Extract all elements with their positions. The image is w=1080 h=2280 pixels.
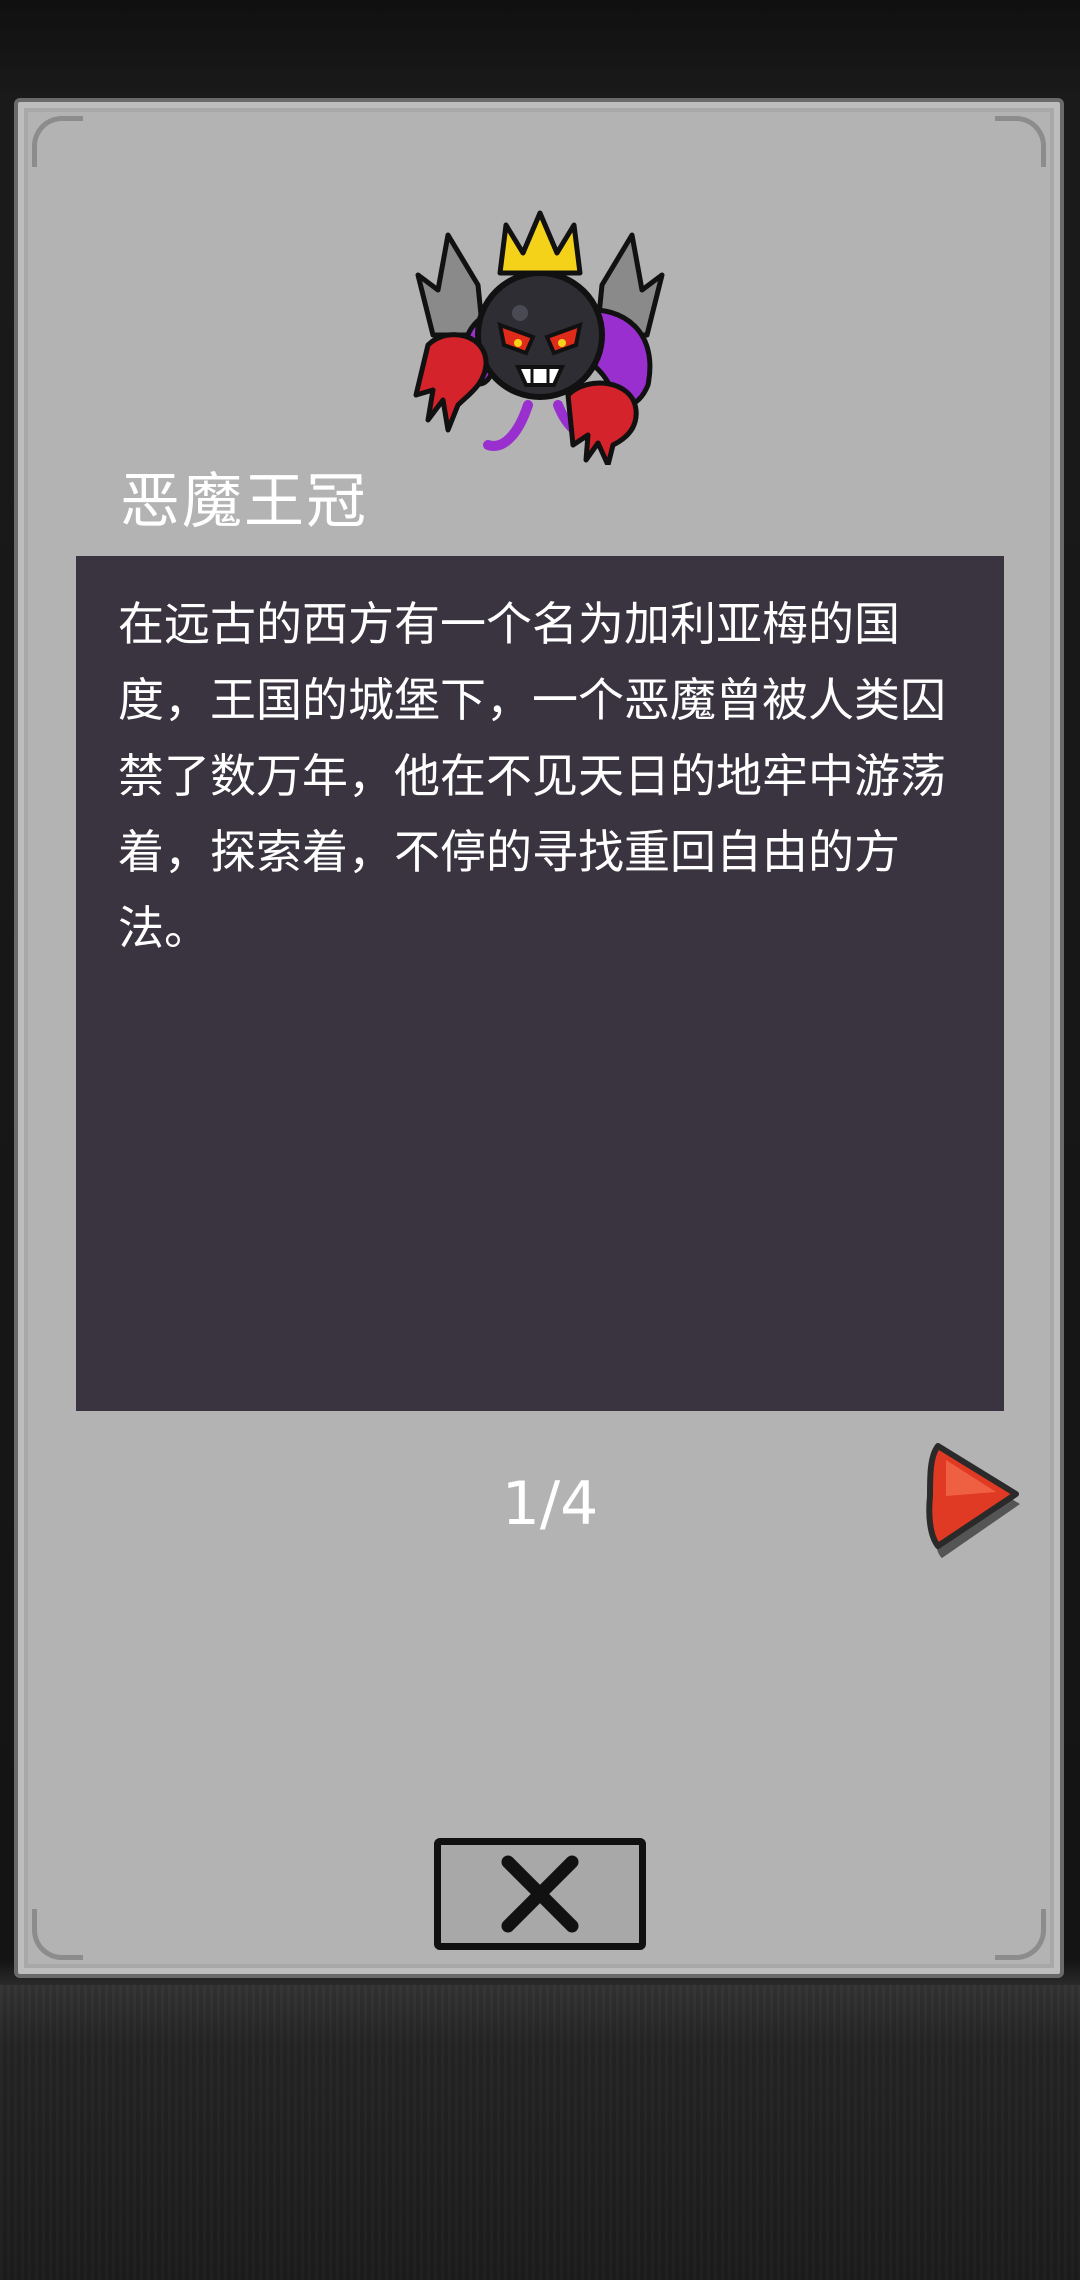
panel-corner-ornament <box>32 116 83 167</box>
panel-corner-ornament <box>32 1909 83 1960</box>
item-description-box: 在远古的西方有一个名为加利亚梅的国度，王国的城堡下，一个恶魔曾被人类囚禁了数万年… <box>76 556 1004 1411</box>
close-icon <box>501 1855 579 1933</box>
panel-corner-ornament <box>995 1909 1046 1960</box>
arrow-right-icon <box>926 1443 1020 1558</box>
item-description: 在远古的西方有一个名为加利亚梅的国度，王国的城堡下，一个恶魔曾被人类囚禁了数万年… <box>118 597 946 955</box>
demon-crown-icon <box>408 195 672 468</box>
next-page-button[interactable] <box>926 1436 1026 1566</box>
background-floor <box>0 1985 1080 2280</box>
screen: 恶魔王冠 在远古的西方有一个名为加利亚梅的国度，王国的城堡下，一个恶魔曾被人类囚… <box>0 0 1080 2280</box>
close-button[interactable] <box>434 1838 646 1950</box>
panel-corner-ornament <box>995 116 1046 167</box>
item-title: 恶魔王冠 <box>120 467 368 537</box>
page-indicator: 1/4 <box>501 1469 599 1539</box>
